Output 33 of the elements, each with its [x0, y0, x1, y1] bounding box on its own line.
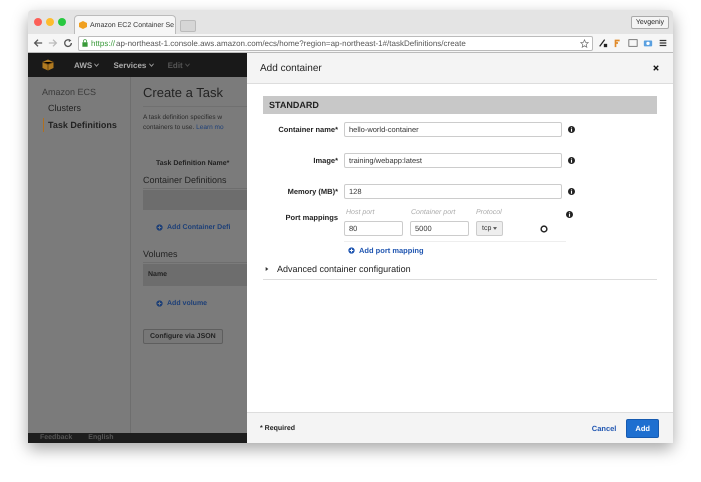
nav-menu[interactable]: AWS	[74, 60, 100, 70]
cube-icon	[79, 21, 87, 29]
minimize-dot-icon[interactable]	[46, 18, 54, 26]
sidebar-item[interactable]: Task Definitions	[43, 118, 130, 132]
star-icon[interactable]	[580, 38, 589, 48]
cast-icon[interactable]	[628, 38, 638, 48]
lock-icon	[82, 39, 88, 47]
cube-icon[interactable]	[42, 59, 54, 71]
sidebar-item[interactable]: Clusters	[43, 101, 130, 115]
close-icon[interactable]	[653, 65, 659, 71]
camera-icon[interactable]	[643, 38, 653, 48]
info-icon[interactable]	[568, 126, 575, 133]
caret-icon	[148, 63, 154, 68]
menu-icon[interactable]	[658, 38, 668, 48]
back-arrow-icon[interactable]	[33, 38, 43, 48]
expand-triangle-icon[interactable]	[265, 267, 269, 271]
modal-title: Add container	[260, 62, 323, 74]
sidebar-heading: Amazon ECS	[41, 87, 98, 97]
remove-icon[interactable]	[540, 224, 548, 232]
caret-icon	[493, 226, 498, 230]
pen-icon[interactable]	[598, 38, 608, 48]
close-dot-icon[interactable]	[34, 18, 42, 26]
info-icon[interactable]	[568, 188, 575, 195]
caret-icon	[184, 63, 190, 68]
reload-icon[interactable]	[63, 38, 73, 48]
section-header: STANDARD	[263, 96, 657, 114]
info-icon[interactable]	[568, 157, 575, 164]
caret-icon	[94, 63, 100, 68]
zoom-dot-icon[interactable]	[58, 18, 66, 26]
address-field[interactable]: https://ap-northeast-1.console.aws.amazon.com/ecs/home?region=ap-northeast-1#/taskDefinitions/create	[78, 36, 593, 50]
advanced-toggle[interactable]: Advanced container configuration	[263, 264, 657, 280]
info-icon[interactable]	[566, 211, 573, 218]
nav-menu[interactable]: Services	[113, 60, 154, 70]
